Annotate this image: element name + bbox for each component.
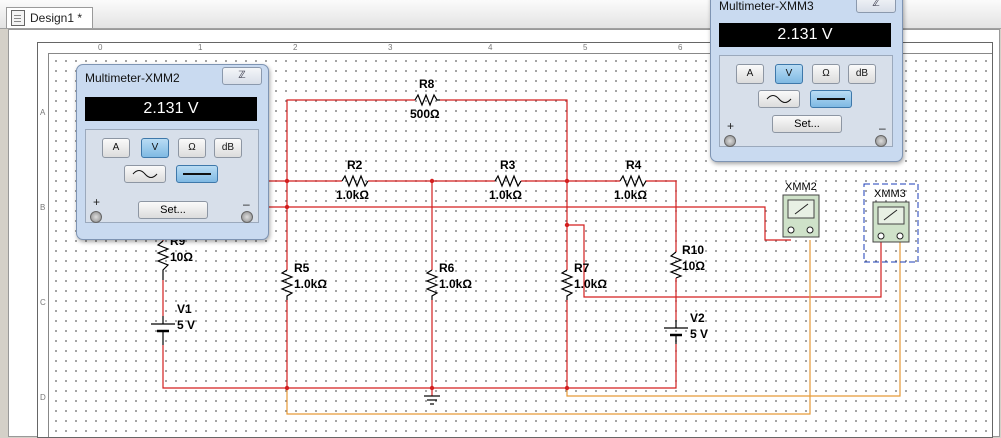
r6-label: R6 xyxy=(439,261,455,275)
r7-value: 1.0kΩ xyxy=(574,277,607,291)
window-title: Multimeter-XMM2 xyxy=(85,71,180,85)
resistor-r2[interactable]: R2 1.0kΩ xyxy=(336,158,369,202)
xmm3-label: XMM3 xyxy=(874,188,906,200)
battery-v1[interactable]: V1 5 V xyxy=(151,302,195,345)
v1-value: 5 V xyxy=(177,318,195,332)
r7-label: R7 xyxy=(574,261,590,275)
negative-terminal[interactable] xyxy=(241,211,253,223)
reading-display: 2.131 V xyxy=(719,23,891,47)
resistor-r8[interactable]: R8 500Ω xyxy=(410,77,440,121)
dc-line-icon xyxy=(817,98,845,100)
r9-value: 10Ω xyxy=(170,250,193,264)
sine-wave-icon xyxy=(132,170,158,178)
xmm2-label: XMM2 xyxy=(785,181,817,193)
multimeter-xmm2-window[interactable]: Multimeter-XMM2 ℤ 2.131 V A V Ω dB Set..… xyxy=(76,64,269,240)
ground-symbol xyxy=(424,395,440,405)
ammeter-button[interactable]: A xyxy=(102,138,130,158)
ac-mode-button[interactable] xyxy=(758,90,800,108)
resistor-r6[interactable]: R6 1.0kΩ xyxy=(425,261,472,300)
negative-terminal[interactable] xyxy=(875,135,887,147)
minus-label: – xyxy=(243,197,250,211)
resistor-r3[interactable]: R3 1.0kΩ xyxy=(489,158,522,202)
control-panel: A V Ω dB Set... xyxy=(85,129,259,223)
settings-button[interactable]: Set... xyxy=(772,115,842,133)
sine-wave-icon xyxy=(766,95,792,103)
v2-value: 5 V xyxy=(690,327,708,341)
plus-label: + xyxy=(93,195,101,209)
reading-display: 2.131 V xyxy=(85,97,257,121)
voltmeter-button[interactable]: V xyxy=(775,64,803,84)
battery-v2[interactable]: V2 5 V xyxy=(664,311,708,344)
r10-label: R10 xyxy=(682,243,704,257)
voltmeter-button[interactable]: V xyxy=(141,138,169,158)
positive-terminal[interactable] xyxy=(724,135,736,147)
r4-label: R4 xyxy=(626,158,642,172)
minus-label: – xyxy=(879,121,886,135)
control-panel: A V Ω dB Set... xyxy=(719,55,893,147)
r8-label: R8 xyxy=(419,77,435,91)
resistor-r5[interactable]: R5 1.0kΩ xyxy=(280,261,327,300)
plus-label: + xyxy=(727,119,735,133)
xmm2-symbol[interactable]: XMM2 xyxy=(782,181,820,238)
r4-value: 1.0kΩ xyxy=(614,188,647,202)
close-button[interactable]: ℤ xyxy=(856,0,896,13)
r5-label: R5 xyxy=(294,261,310,275)
settings-button[interactable]: Set... xyxy=(138,201,208,219)
decibel-button[interactable]: dB xyxy=(214,138,242,158)
window-title: Multimeter-XMM3 xyxy=(719,0,814,13)
r3-label: R3 xyxy=(500,158,516,172)
r6-value: 1.0kΩ xyxy=(439,277,472,291)
xmm3-symbol[interactable]: XMM3 xyxy=(863,183,919,263)
ac-mode-button[interactable] xyxy=(124,165,166,183)
ohmmeter-button[interactable]: Ω xyxy=(178,138,206,158)
dc-line-icon xyxy=(183,173,211,175)
multimeter-xmm3-window[interactable]: Multimeter-XMM3 ℤ 2.131 V A V Ω dB Set..… xyxy=(710,0,903,162)
decibel-button[interactable]: dB xyxy=(848,64,876,84)
resistor-r7[interactable]: R7 1.0kΩ xyxy=(560,261,607,300)
dc-mode-button[interactable] xyxy=(810,90,852,108)
v2-label: V2 xyxy=(690,311,705,325)
r5-value: 1.0kΩ xyxy=(294,277,327,291)
r2-label: R2 xyxy=(347,158,363,172)
r10-value: 10Ω xyxy=(682,259,705,273)
r2-value: 1.0kΩ xyxy=(336,188,369,202)
junction-dots xyxy=(284,178,570,391)
positive-terminal[interactable] xyxy=(90,211,102,223)
r8-value: 500Ω xyxy=(410,107,440,121)
v1-label: V1 xyxy=(177,302,192,316)
ammeter-button[interactable]: A xyxy=(736,64,764,84)
dc-mode-button[interactable] xyxy=(176,165,218,183)
ohmmeter-button[interactable]: Ω xyxy=(812,64,840,84)
r3-value: 1.0kΩ xyxy=(489,188,522,202)
close-button[interactable]: ℤ xyxy=(222,67,262,85)
resistor-r4[interactable]: R4 1.0kΩ xyxy=(614,158,647,202)
